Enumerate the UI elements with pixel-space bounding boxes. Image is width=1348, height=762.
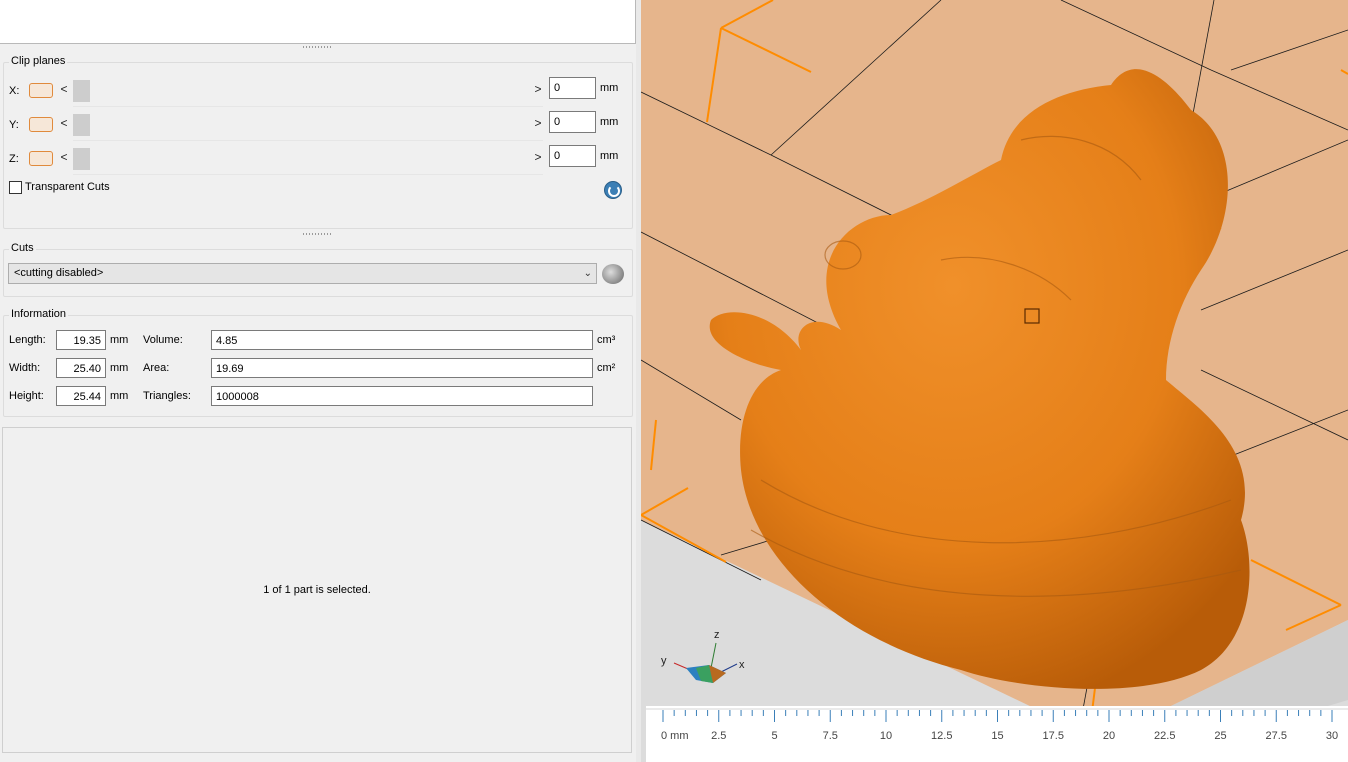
ruler-label: 30 [1326, 730, 1338, 742]
axis-y-label: y [661, 655, 667, 667]
clip-decrease-x[interactable]: < [59, 82, 69, 96]
clip-color-swatch-z[interactable] [29, 151, 53, 166]
ruler: 0 mm 2.5 5 7.5 10 12.5 15 17.5 20 22.5 25 27.5 30 [646, 706, 1348, 762]
length-value: 19.35 [56, 330, 106, 350]
width-value: 25.40 [56, 358, 106, 378]
axis-label-y: Y: [9, 119, 19, 131]
width-unit: mm [110, 362, 129, 374]
axis-label-z: Z: [9, 153, 19, 165]
clip-decrease-y[interactable]: < [59, 116, 69, 130]
cuts-dropdown[interactable]: <cutting disabled> ⌄ [8, 263, 597, 284]
clip-increase-z[interactable]: > [533, 150, 543, 164]
area-unit: cm² [597, 362, 616, 374]
height-value: 25.44 [56, 386, 106, 406]
ruler-label: 25 [1214, 730, 1226, 742]
left-panel: Clip planes X: < > 0 mm Y: < > 0 mm Z: <… [0, 0, 640, 762]
triangles-label: Triangles: [143, 390, 191, 402]
width-label: Width: [9, 362, 41, 374]
splitter-grip[interactable] [303, 46, 333, 48]
cuts-dropdown-value: <cutting disabled> [14, 267, 104, 279]
clip-unit-z: mm [600, 150, 619, 162]
slider-thumb[interactable] [73, 80, 90, 102]
ruler-label: 15 [991, 730, 1003, 742]
ruler-label: 12.5 [931, 730, 952, 742]
clip-color-swatch-x[interactable] [29, 83, 53, 98]
information-title: Information [9, 308, 69, 320]
volume-value: 4.85 [211, 330, 593, 350]
clip-increase-y[interactable]: > [533, 116, 543, 130]
cut-sphere-icon[interactable] [602, 264, 624, 284]
ruler-label: 20 [1103, 730, 1115, 742]
clip-unit-x: mm [600, 82, 619, 94]
selection-panel: 1 of 1 part is selected. [2, 427, 632, 753]
clip-value-x[interactable]: 0 [549, 77, 596, 99]
ruler-label: 7.5 [823, 730, 838, 742]
viewport-canvas[interactable]: z y x 0 mm 2.5 5 7.5 10 12.5 15 17.5 20 22.5 25 27.… [641, 0, 1348, 762]
clip-decrease-z[interactable]: < [59, 150, 69, 164]
length-unit: mm [110, 334, 129, 346]
ruler-label: 5 [771, 730, 777, 742]
triangles-value: 1000008 [211, 386, 593, 406]
reset-clip-icon[interactable] [604, 181, 622, 199]
height-label: Height: [9, 390, 44, 402]
ruler-label: 0 mm [661, 730, 689, 742]
chevron-down-icon: ⌄ [583, 268, 592, 279]
top-list-area [0, 0, 636, 44]
3d-viewport[interactable]: z y x 0 mm 2.5 5 7.5 10 12.5 15 17.5 20 22.5 25 27.… [641, 0, 1348, 762]
axis-x-label: x [739, 659, 745, 671]
slider-thumb[interactable] [73, 114, 90, 136]
ruler-label: 27.5 [1266, 730, 1287, 742]
clip-color-swatch-y[interactable] [29, 117, 53, 132]
slider-thumb[interactable] [73, 148, 90, 170]
volume-label: Volume: [143, 334, 183, 346]
clip-row-z: Z: < > 0 mm [4, 144, 631, 176]
clip-value-z[interactable]: 0 [549, 145, 596, 167]
clip-row-x: X: < > 0 mm [4, 76, 631, 108]
area-value: 19.69 [211, 358, 593, 378]
area-label: Area: [143, 362, 170, 374]
clip-row-y: Y: < > 0 mm [4, 110, 631, 142]
ruler-label: 2.5 [711, 730, 726, 742]
ruler-label: 22.5 [1154, 730, 1175, 742]
clip-slider-x[interactable] [73, 78, 543, 107]
axis-label-x: X: [9, 85, 20, 97]
splitter-grip[interactable] [303, 233, 333, 235]
transparent-cuts-checkbox[interactable] [9, 181, 22, 194]
clip-unit-y: mm [600, 116, 619, 128]
clip-slider-z[interactable] [73, 146, 543, 175]
ruler-label: 17.5 [1043, 730, 1064, 742]
transparent-cuts-label: Transparent Cuts [25, 181, 110, 193]
selection-status: 1 of 1 part is selected. [263, 584, 371, 596]
height-unit: mm [110, 390, 129, 402]
axis-z-label: z [714, 629, 720, 641]
clip-increase-x[interactable]: > [533, 82, 543, 96]
clip-value-y[interactable]: 0 [549, 111, 596, 133]
ruler-label: 10 [880, 730, 892, 742]
clip-slider-y[interactable] [73, 112, 543, 141]
clip-planes-title: Clip planes [9, 55, 68, 67]
volume-unit: cm³ [597, 334, 616, 346]
length-label: Length: [9, 334, 46, 346]
cuts-title: Cuts [9, 242, 36, 254]
